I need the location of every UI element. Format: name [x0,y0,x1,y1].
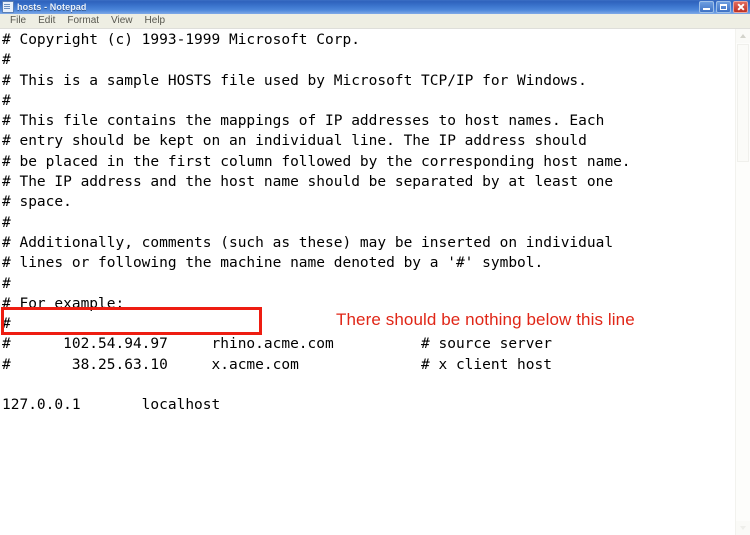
text-line: # Additionally, comments (such as these)… [2,234,614,251]
editor-client-area: # Copyright (c) 1993-1999 Microsoft Corp… [0,29,750,535]
menu-item-file[interactable]: File [4,14,32,28]
text-line: # [2,214,11,231]
close-button[interactable] [733,1,748,13]
text-line: # This file contains the mappings of IP … [2,113,605,130]
vertical-scrollbar[interactable] [735,29,750,535]
menu-item-help[interactable]: Help [139,14,172,28]
menu-item-format[interactable]: Format [61,14,105,28]
minimize-button[interactable] [699,1,714,13]
scrollbar-thumb[interactable] [737,44,749,162]
menu-item-edit[interactable]: Edit [32,14,61,28]
text-line: # lines or following the machine name de… [2,255,544,272]
menu-item-view[interactable]: View [105,14,139,28]
notepad-window: hosts - Notepad File Edit Format View He… [0,0,750,535]
text-line: 127.0.0.1 localhost [2,397,221,414]
scroll-down-arrow-icon[interactable] [736,521,750,535]
text-line: # Copyright (c) 1993-1999 Microsoft Corp… [2,32,360,48]
notepad-document-icon [2,1,14,13]
maximize-restore-button[interactable] [716,1,731,13]
text-line: # [2,92,11,109]
text-line [2,375,734,395]
text-line: # [2,275,11,292]
window-title: hosts - Notepad [17,2,87,12]
text-line: # 38.25.63.10 x.acme.com # x client host [2,356,552,373]
annotation-note-text: There should be nothing below this line [336,310,635,329]
menu-bar: File Edit Format View Help [0,14,750,29]
text-line: # [2,52,11,69]
text-line: # space. [2,194,72,211]
text-line: # The IP address and the host name shoul… [2,174,614,191]
text-line: # entry should be kept on an individual … [2,133,587,150]
title-bar[interactable]: hosts - Notepad [0,0,750,14]
text-line: # be placed in the first column followed… [2,153,631,170]
window-controls [699,1,748,13]
text-line: # This is a sample HOSTS file used by Mi… [2,72,587,89]
scroll-up-arrow-icon[interactable] [736,29,750,43]
text-line: # 102.54.94.97 rhino.acme.com # source s… [2,336,552,353]
text-editor[interactable]: # Copyright (c) 1993-1999 Microsoft Corp… [2,30,734,416]
